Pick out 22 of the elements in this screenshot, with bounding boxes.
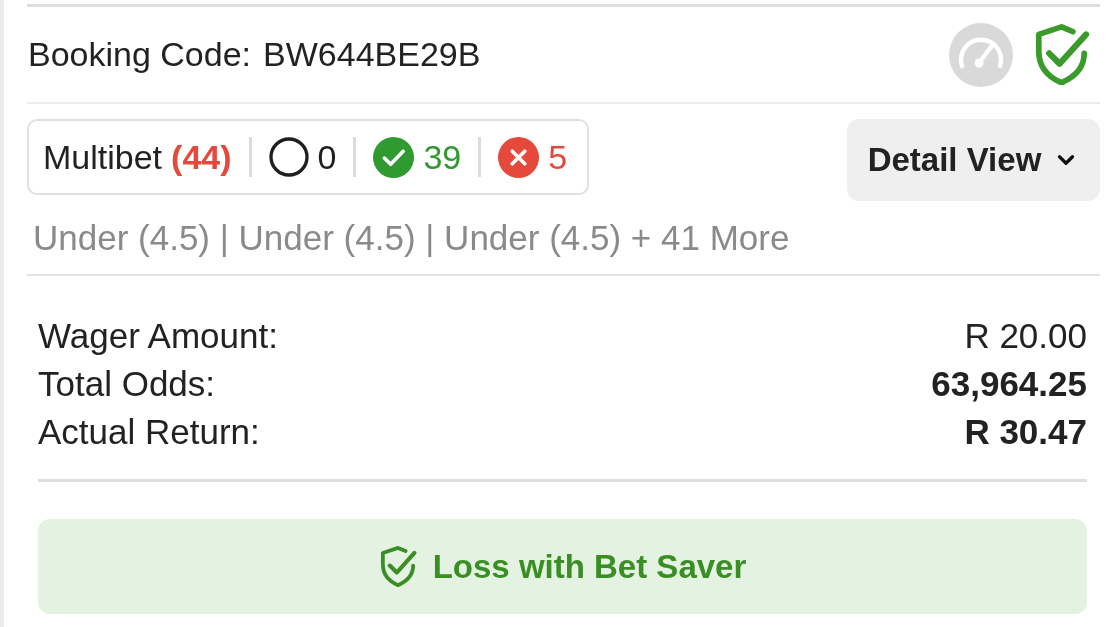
selections-preview: Under (4.5) | Under (4.5) | Under (4.5) + 41 More — [33, 218, 790, 258]
shield-check-icon — [378, 546, 417, 587]
empty-circle-icon — [268, 137, 309, 177]
booking-code: BW644BE29B — [263, 34, 481, 75]
x-circle-icon — [498, 136, 540, 178]
total-label: Total Odds: — [38, 362, 216, 405]
speedometer-icon — [949, 22, 1013, 87]
stat-count: 39 — [423, 136, 462, 178]
total-label: Actual Return: — [38, 410, 260, 453]
view-dropdown[interactable]: Detail View — [847, 119, 1100, 201]
shield-check-icon — [1033, 23, 1090, 86]
stat-count: 5 — [548, 136, 568, 178]
total-value: R 30.47 — [964, 410, 1087, 453]
selection-count: (44) — [171, 136, 232, 178]
total-value: R 20.00 — [964, 314, 1087, 357]
total-label: Wager Amount: — [38, 314, 278, 357]
booking-code-label: Booking Code: — [28, 34, 252, 75]
stat-count: 0 — [317, 136, 337, 178]
bet-type-label: Multibet — [43, 136, 163, 178]
total-value: 63,964.25 — [931, 362, 1087, 405]
check-circle-icon — [373, 136, 415, 178]
bet-saver-button[interactable]: Loss with Bet Saver — [38, 519, 1087, 614]
